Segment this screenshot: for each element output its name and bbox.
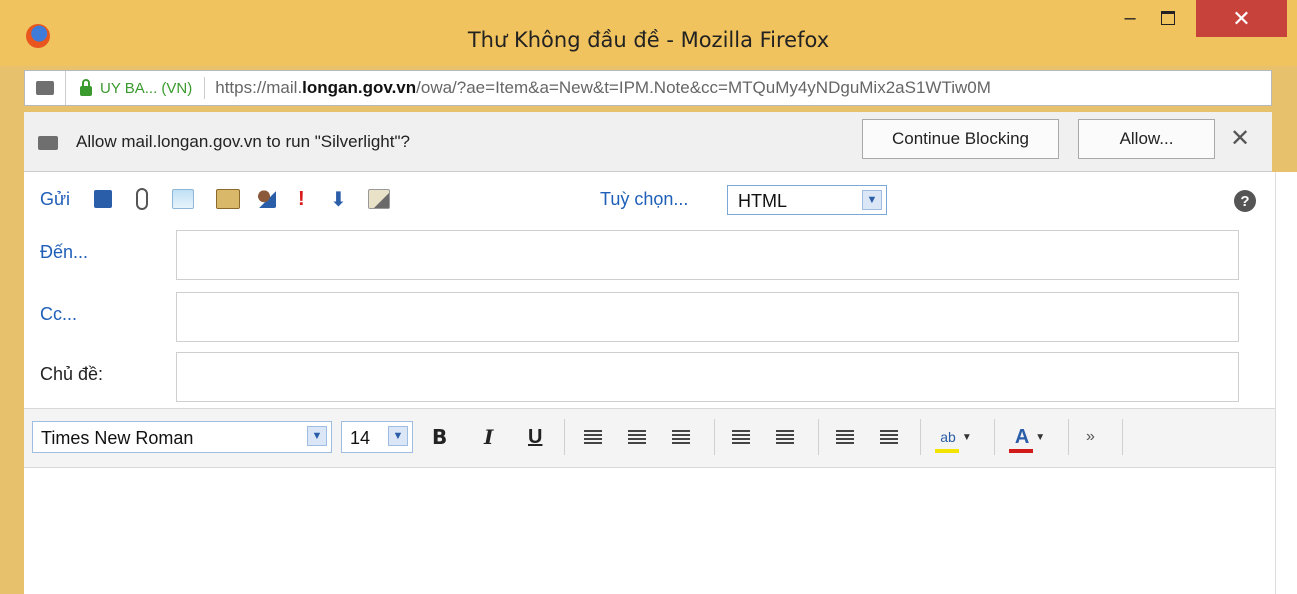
toolbar-divider xyxy=(818,419,819,455)
subject-field[interactable] xyxy=(176,352,1239,402)
url-text[interactable]: https://mail.longan.gov.vn/owa/?ae=Item&… xyxy=(215,78,991,98)
close-window-button[interactable]: ✕ xyxy=(1196,0,1287,37)
compose-window: Gửi ! ⬇ Tuỳ chọn... HTML ▼ ? Đến... Cc..… xyxy=(24,172,1275,594)
low-importance-icon[interactable]: ⬇ xyxy=(330,186,347,212)
help-icon[interactable]: ? xyxy=(1234,190,1256,212)
high-importance-icon[interactable]: ! xyxy=(298,186,305,212)
align-left-icon[interactable] xyxy=(584,423,602,451)
font-color-swatch xyxy=(1009,449,1033,453)
site-identity-label: UY BA... (VN) xyxy=(100,79,193,97)
font-family-value: Times New Roman xyxy=(41,428,194,448)
maximize-icon xyxy=(1161,11,1175,25)
plugin-icon xyxy=(38,136,58,150)
bold-button[interactable]: B xyxy=(432,423,447,451)
signature-icon[interactable] xyxy=(368,186,390,212)
cc-row: Cc... xyxy=(24,286,1275,342)
window-title: Thư Không đầu đề - Mozilla Firefox xyxy=(467,28,830,52)
highlight-swatch xyxy=(935,449,959,453)
site-identity[interactable]: UY BA... (VN) https://mail.longan.gov.vn… xyxy=(25,71,991,105)
cc-field[interactable] xyxy=(176,292,1239,342)
to-row: Đến... xyxy=(24,224,1275,280)
increase-indent-icon[interactable] xyxy=(880,423,898,451)
highlight-button[interactable]: ab ▼ xyxy=(932,423,980,453)
url-divider xyxy=(204,77,206,99)
compose-toolbar: Gửi ! ⬇ Tuỳ chọn... HTML ▼ ? xyxy=(24,172,1275,224)
italic-button[interactable]: I xyxy=(484,423,493,451)
window-titlebar: Thư Không đầu đề - Mozilla Firefox – ✕ xyxy=(0,0,1297,66)
subject-label: Chủ đề: xyxy=(40,364,104,384)
toolbar-divider xyxy=(994,419,995,455)
font-size-value: 14 xyxy=(350,428,371,448)
chevron-down-icon[interactable]: ▼ xyxy=(388,426,408,446)
close-notification-icon[interactable]: ✕ xyxy=(1230,124,1250,153)
plugin-notification-bar: Allow mail.longan.gov.vn to run "Silverl… xyxy=(24,112,1272,172)
continue-blocking-button[interactable]: Continue Blocking xyxy=(862,119,1059,159)
insert-image-icon[interactable] xyxy=(172,186,194,212)
send-button[interactable]: Gửi xyxy=(40,186,70,212)
font-family-select[interactable]: Times New Roman ▼ xyxy=(32,421,332,453)
formatting-toolbar: Times New Roman ▼ 14 ▼ B I U ab ▼ A ▼ » xyxy=(24,408,1275,468)
minimize-button[interactable]: – xyxy=(1112,0,1148,36)
page-icon[interactable] xyxy=(25,71,66,105)
cc-button[interactable]: Cc... xyxy=(40,304,77,325)
decrease-indent-icon[interactable] xyxy=(836,423,854,451)
message-body[interactable] xyxy=(24,468,1275,594)
format-value: HTML xyxy=(738,191,787,211)
to-field[interactable] xyxy=(176,230,1239,280)
more-options-icon[interactable]: » xyxy=(1086,423,1095,451)
font-size-select[interactable]: 14 ▼ xyxy=(341,421,413,453)
toolbar-divider xyxy=(714,419,715,455)
allow-button[interactable]: Allow... xyxy=(1078,119,1215,159)
lock-icon xyxy=(80,79,92,96)
address-bar[interactable]: UY BA... (VN) https://mail.longan.gov.vn… xyxy=(24,70,1272,106)
numbered-list-icon[interactable] xyxy=(776,423,794,451)
underline-button[interactable]: U xyxy=(528,423,542,451)
format-select[interactable]: HTML ▼ xyxy=(727,185,887,215)
save-icon[interactable] xyxy=(94,186,112,212)
notification-text: Allow mail.longan.gov.vn to run "Silverl… xyxy=(76,132,410,151)
options-link[interactable]: Tuỳ chọn... xyxy=(600,186,688,212)
to-button[interactable]: Đến... xyxy=(40,242,88,263)
maximize-button[interactable] xyxy=(1150,0,1186,36)
toolbar-divider xyxy=(1122,419,1123,455)
chevron-down-icon[interactable]: ▼ xyxy=(307,426,327,446)
align-center-icon[interactable] xyxy=(628,423,646,451)
bulleted-list-icon[interactable] xyxy=(732,423,750,451)
background-page-edge xyxy=(1275,172,1297,594)
toolbar-divider xyxy=(920,419,921,455)
font-color-button[interactable]: A ▼ xyxy=(1006,423,1054,453)
attach-icon[interactable] xyxy=(136,186,148,212)
subject-row: Chủ đề: xyxy=(24,346,1275,402)
chevron-down-icon[interactable]: ▼ xyxy=(862,190,882,210)
toolbar-divider xyxy=(564,419,565,455)
font-color-icon: A xyxy=(1014,425,1030,448)
address-book-icon[interactable] xyxy=(216,186,240,212)
check-names-icon[interactable] xyxy=(256,186,276,212)
toolbar-divider xyxy=(1068,419,1069,455)
align-right-icon[interactable] xyxy=(672,423,690,451)
highlight-icon: ab xyxy=(940,429,956,445)
